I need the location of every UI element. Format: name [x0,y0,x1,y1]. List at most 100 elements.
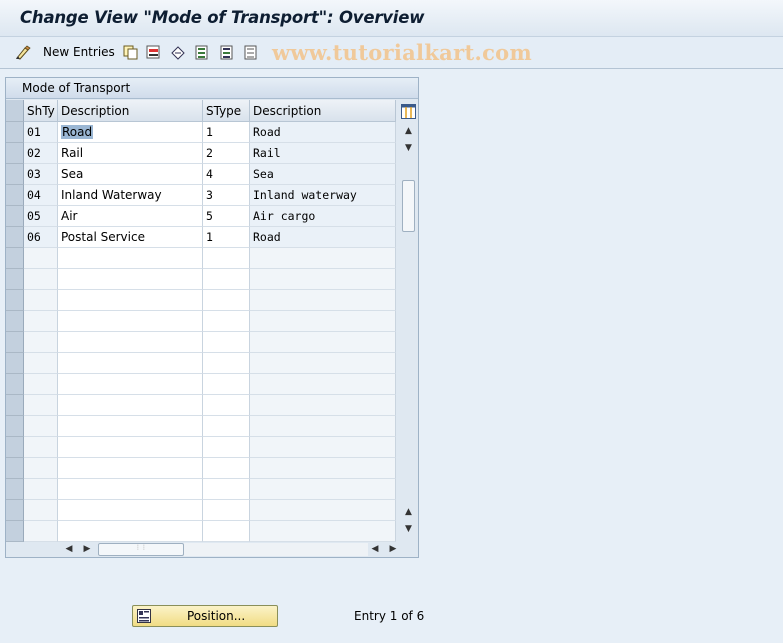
scroll-right-icon[interactable]: ▶ [80,541,94,557]
empty-cell [58,353,203,374]
cell-description[interactable]: Road [58,122,203,143]
column-header-description[interactable]: Description [58,100,203,122]
delete-icon[interactable] [146,45,162,60]
empty-cell [250,521,396,542]
cell-stype[interactable]: 4 [203,164,250,185]
cell-stype[interactable]: 2 [203,143,250,164]
row-selector[interactable] [6,521,24,542]
empty-cell [58,311,203,332]
cell-stype-description: Road [250,227,396,248]
empty-cell [203,458,250,479]
empty-cell [203,311,250,332]
select-all-rows-button[interactable] [6,100,24,122]
scroll-down-icon[interactable]: ▼ [399,522,418,536]
display-change-icon[interactable] [15,45,31,60]
empty-cell [203,374,250,395]
watermark-text: www.tutorialkart.com [272,40,532,65]
row-selector[interactable] [6,269,24,290]
empty-cell [203,290,250,311]
cell-description[interactable]: Rail [58,143,203,164]
empty-cell [250,500,396,521]
scroll-far-right-icon[interactable]: ▶ [386,541,400,557]
empty-cell [58,332,203,353]
row-selector[interactable] [6,206,24,227]
empty-cell [250,248,396,269]
row-selector[interactable] [6,311,24,332]
page-up-icon[interactable]: ▲ [399,505,418,519]
cell-shipping-type: 03 [24,164,58,185]
empty-cell [203,248,250,269]
column-header-stype[interactable]: SType [203,100,250,122]
cell-stype-description: Sea [250,164,396,185]
row-selector[interactable] [6,395,24,416]
cell-stype-description: Road [250,122,396,143]
row-selector[interactable] [6,248,24,269]
empty-cell [203,269,250,290]
cell-shipping-type: 06 [24,227,58,248]
cell-description[interactable]: Air [58,206,203,227]
row-selector[interactable] [6,353,24,374]
page-down-icon[interactable]: ▼ [399,141,418,155]
empty-cell [250,374,396,395]
vertical-scroll-thumb[interactable] [402,180,415,232]
cell-stype-description: Rail [250,143,396,164]
cell-stype[interactable]: 1 [203,227,250,248]
select-block-icon[interactable] [219,45,235,60]
row-selector[interactable] [6,290,24,311]
scroll-up-icon[interactable]: ▲ [399,124,418,138]
row-selector[interactable] [6,227,24,248]
row-selector[interactable] [6,164,24,185]
row-selector[interactable] [6,143,24,164]
empty-cell [24,374,58,395]
row-selector[interactable] [6,500,24,521]
row-selector[interactable] [6,437,24,458]
table-title: Mode of Transport [6,78,418,99]
position-button[interactable]: Position... [132,605,278,627]
row-selector[interactable] [6,185,24,206]
empty-cell [24,269,58,290]
row-selector[interactable] [6,458,24,479]
cell-description[interactable]: Sea [58,164,203,185]
cell-description[interactable]: Postal Service [58,227,203,248]
undo-change-icon[interactable] [170,45,186,60]
empty-cell [203,332,250,353]
empty-cell [24,332,58,353]
select-all-icon[interactable] [194,45,210,60]
empty-cell [58,374,203,395]
position-button-label: Position... [187,609,246,623]
empty-cell [58,395,203,416]
empty-cell [203,416,250,437]
horizontal-scrollbar[interactable]: ◀ ▶ ⋮⋮ ◀ ▶ [24,541,414,557]
cell-stype[interactable]: 5 [203,206,250,227]
column-header-shty[interactable]: ShTy [24,100,58,122]
cell-stype[interactable]: 1 [203,122,250,143]
column-settings-icon[interactable] [399,100,418,122]
vertical-scrollbar[interactable]: ▲ ▼ ▲ ▼ [399,100,418,539]
row-selector[interactable] [6,479,24,500]
scroll-far-left-icon[interactable]: ◀ [368,541,382,557]
horizontal-scroll-thumb[interactable]: ⋮⋮ [98,543,184,556]
application-toolbar: New Entries www.tutorialkart.com [0,37,783,69]
row-selector[interactable] [6,374,24,395]
scroll-left-icon[interactable]: ◀ [62,541,76,557]
column-header-stype-description[interactable]: Description [250,100,396,122]
row-selector[interactable] [6,122,24,143]
empty-cell [58,500,203,521]
cell-shipping-type: 04 [24,185,58,206]
empty-cell [203,395,250,416]
deselect-all-icon[interactable] [243,45,259,60]
empty-cell [58,521,203,542]
cell-stype[interactable]: 3 [203,185,250,206]
cell-description[interactable]: Inland Waterway [58,185,203,206]
row-selector[interactable] [6,416,24,437]
empty-cell [58,416,203,437]
row-selector[interactable] [6,332,24,353]
page-title: Change View "Mode of Transport": Overvie… [20,8,425,27]
cell-stype-description: Inland waterway [250,185,396,206]
new-entries-button[interactable]: New Entries [43,45,115,59]
empty-cell [24,290,58,311]
empty-cell [58,479,203,500]
empty-cell [250,311,396,332]
empty-cell [250,395,396,416]
copy-as-icon[interactable] [123,45,139,60]
